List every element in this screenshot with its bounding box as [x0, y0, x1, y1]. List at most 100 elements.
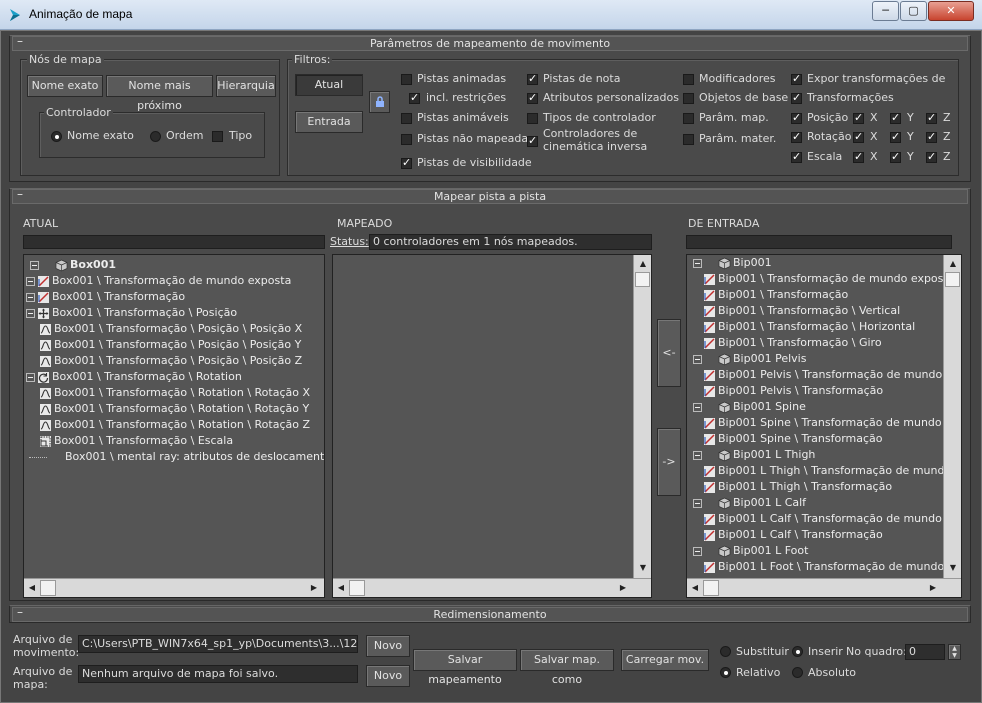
current-hscrollbar[interactable]: ◀ ▶	[24, 578, 324, 597]
mapped-vscroll-thumb[interactable]	[635, 272, 650, 287]
current-track-row[interactable]: Box001 \ Transformação \ Posição \ Posiç…	[26, 353, 324, 369]
input-track-row[interactable]: Bip001 Spine \ Transformação de mundo ex…	[689, 415, 961, 431]
input-track-row[interactable]: Bip001 \ Transformação \ Horizontal	[689, 319, 941, 335]
input-track-row[interactable]: Bip001 L Foot	[689, 543, 941, 559]
relative-radio[interactable]	[720, 667, 731, 678]
input-vscrollbar[interactable]: ▲ ▼	[943, 255, 961, 578]
input-track-row[interactable]: Bip001 \ Transformação \ Giro	[689, 335, 941, 351]
new-motion-file-button[interactable]: Novo	[366, 635, 410, 657]
filter-scale-checkbox[interactable]	[791, 150, 802, 163]
current-track-row[interactable]: Box001 \ Transformação \ Rotation \ Rota…	[26, 401, 324, 417]
current-track-row[interactable]: Box001 \ Transformação \ Escala	[26, 433, 324, 449]
scroll-left-arrow-icon[interactable]: ◀	[26, 583, 38, 592]
scroll-up-arrow-icon[interactable]: ▲	[947, 259, 959, 268]
scale-y-checkbox[interactable]	[890, 150, 901, 163]
position-z-checkbox[interactable]	[926, 111, 937, 124]
new-map-file-button[interactable]: Novo	[366, 665, 410, 687]
input-track-row[interactable]: Bip001 L Thigh \ Transformação	[689, 479, 941, 495]
frame-spinner[interactable]: ▲ ▼	[948, 644, 961, 660]
map-rollout-header[interactable]: – Mapear pista a pista	[12, 188, 968, 204]
map-file-field[interactable]: Nenhum arquivo de mapa foi salvo.	[78, 665, 358, 683]
lock-button[interactable]	[369, 91, 390, 113]
expand-toggle-icon[interactable]	[693, 402, 702, 412]
input-track-row[interactable]: Bip001 \ Transformação de mundo exposta	[689, 271, 954, 287]
current-track-row[interactable]: Box001 \ mental ray: atributos de desloc…	[26, 449, 324, 465]
rotation-z-checkbox[interactable]	[926, 130, 937, 143]
input-filter-input[interactable]	[686, 235, 952, 249]
scroll-down-arrow-icon[interactable]: ▼	[637, 563, 649, 572]
input-track-row[interactable]: Bip001 Pelvis \ Transformação	[689, 383, 941, 399]
input-track-row[interactable]: Bip001 Spine \ Transformação	[689, 431, 941, 447]
expand-toggle-icon[interactable]	[693, 258, 702, 268]
current-track-row[interactable]: Box001 \ Transformação \ Rotation \ Rota…	[26, 385, 324, 401]
close-button[interactable]: ✕	[928, 1, 974, 21]
expand-toggle-icon[interactable]	[693, 546, 702, 556]
expand-toggle-icon[interactable]	[26, 308, 35, 318]
closest-name-button[interactable]: Nome mais próximo	[106, 75, 213, 112]
load-motion-button[interactable]: Carregar mov.	[621, 649, 709, 671]
controller-exact-radio[interactable]	[51, 131, 62, 142]
filter-incl-constraints-checkbox[interactable]	[409, 91, 420, 104]
filter-controller-types-checkbox[interactable]	[527, 113, 538, 124]
rotation-x-checkbox[interactable]	[853, 130, 864, 143]
filter-unmapped-checkbox[interactable]	[401, 134, 412, 145]
position-y-checkbox[interactable]	[890, 111, 901, 124]
current-track-row[interactable]: Box001 \ Transformação \ Posição	[26, 305, 324, 321]
mapped-vscrollbar[interactable]: ▲ ▼	[633, 255, 651, 578]
position-x-checkbox[interactable]	[853, 111, 864, 124]
filter-animatable-checkbox[interactable]	[401, 113, 412, 124]
replace-radio[interactable]	[720, 646, 731, 657]
filter-transforms-checkbox[interactable]	[791, 91, 802, 104]
scroll-right-arrow-icon[interactable]: ▶	[617, 583, 629, 592]
scroll-right-arrow-icon[interactable]: ▶	[308, 583, 320, 592]
scroll-up-arrow-icon[interactable]: ▲	[637, 259, 649, 268]
current-track-row[interactable]: Box001 \ Transformação \ Rotation \ Rota…	[26, 417, 324, 433]
filter-rotation-checkbox[interactable]	[791, 130, 802, 143]
mapped-hscrollbar[interactable]: ◀ ▶	[333, 578, 651, 597]
insert-radio[interactable]	[792, 646, 803, 657]
filter-animated-checkbox[interactable]	[401, 74, 412, 85]
scroll-right-arrow-icon[interactable]: ▶	[927, 583, 939, 592]
collapse-icon[interactable]: –	[17, 606, 23, 619]
filter-expose-checkbox[interactable]	[791, 72, 802, 85]
filter-position-checkbox[interactable]	[791, 111, 802, 124]
mapped-hscroll-thumb[interactable]	[349, 580, 365, 596]
input-vscroll-thumb[interactable]	[945, 272, 960, 287]
map-right-button[interactable]: ->	[657, 428, 681, 496]
input-track-row[interactable]: Bip001	[689, 255, 941, 271]
title-bar[interactable]: Animação de mapa ─ ▢ ✕	[0, 0, 982, 30]
controller-order-radio[interactable]	[150, 131, 161, 142]
input-track-row[interactable]: Bip001 \ Transformação \ Vertical	[689, 303, 941, 319]
maximize-button[interactable]: ▢	[900, 1, 927, 21]
controller-type-checkbox[interactable]	[212, 131, 223, 142]
input-track-row[interactable]: Bip001 L Calf \ Transformação de mundo e…	[689, 511, 961, 527]
params-rollout-header[interactable]: – Parâmetros de mapeamento de movimento	[12, 35, 968, 51]
expand-toggle-icon[interactable]	[693, 450, 702, 460]
expand-toggle-icon[interactable]	[26, 292, 35, 302]
expand-toggle-icon[interactable]	[30, 260, 39, 270]
expand-toggle-icon[interactable]	[26, 372, 35, 382]
input-track-row[interactable]: Bip001 Pelvis \ Transformação de mundo e…	[689, 367, 961, 383]
input-track-row[interactable]: Bip001 Pelvis	[689, 351, 941, 367]
filter-mat-params-checkbox[interactable]	[683, 134, 694, 145]
map-left-button[interactable]: <-	[657, 319, 681, 387]
save-mapping-button[interactable]: Salvar mapeamento	[413, 649, 517, 686]
input-track-row[interactable]: Bip001 \ Transformação	[689, 287, 941, 303]
current-track-row[interactable]: Box001 \ Transformação	[26, 289, 324, 305]
collapse-icon[interactable]: –	[17, 188, 23, 201]
minimize-button[interactable]: ─	[872, 1, 899, 21]
current-track-row[interactable]: Box001 \ Transformação \ Rotation	[26, 369, 324, 385]
current-track-row[interactable]: Box001 \ Transformação de mundo exposta	[26, 273, 324, 289]
input-tracks-list[interactable]: Bip001 Bip001 \ Transformação de mundo ex…	[686, 254, 962, 598]
resize-rollout-header[interactable]: – Redimensionamento	[12, 606, 968, 622]
current-track-row[interactable]: Box001	[26, 257, 324, 273]
scroll-down-arrow-icon[interactable]: ▼	[947, 563, 959, 572]
current-track-row[interactable]: Box001 \ Transformação \ Posição \ Posiç…	[26, 321, 324, 337]
input-track-row[interactable]: Bip001 L Calf \ Transformação	[689, 527, 941, 543]
rotation-y-checkbox[interactable]	[890, 130, 901, 143]
scroll-left-arrow-icon[interactable]: ◀	[689, 583, 701, 592]
expand-toggle-icon[interactable]	[26, 276, 35, 286]
input-track-row[interactable]: Bip001 L Thigh \ Transformação de mundo …	[689, 463, 961, 479]
input-track-row[interactable]: Bip001 L Foot \ Transformação de mundo e…	[689, 559, 961, 575]
input-track-row[interactable]: Bip001 L Thigh	[689, 447, 941, 463]
